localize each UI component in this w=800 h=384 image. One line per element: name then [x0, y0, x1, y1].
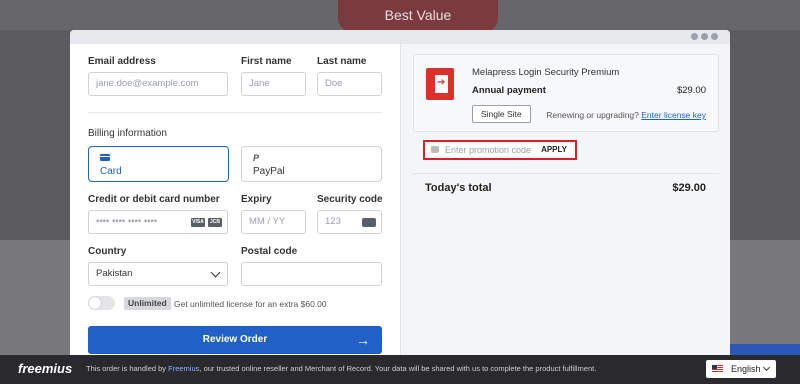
- freemius-logo: freemius: [18, 361, 73, 376]
- security-code-field[interactable]: 123: [317, 210, 382, 234]
- payment-method-paypal[interactable]: P PayPal: [241, 146, 382, 182]
- total-label: Today's total: [425, 182, 492, 194]
- card-number-field[interactable]: •••• •••• •••• •••• VISA JCB: [88, 210, 228, 234]
- footer-text-before: This order is handled by: [86, 364, 169, 373]
- expiry-label: Expiry: [241, 194, 272, 205]
- freemius-link[interactable]: Freemius: [168, 364, 199, 373]
- last-name-label: Last name: [317, 56, 367, 67]
- product-card: Melapress Login Security Premium Annual …: [413, 54, 719, 132]
- product-price: $29.00: [676, 85, 706, 96]
- checkout-form: Email address jane.doe@example.com First…: [70, 44, 400, 360]
- background-card-right: [720, 240, 800, 350]
- email-label: Email address: [88, 56, 156, 67]
- us-flag-icon: [712, 365, 723, 373]
- language-select[interactable]: English: [706, 360, 776, 378]
- total-divider: [413, 173, 719, 174]
- billing-title: Billing information: [88, 128, 167, 139]
- first-name-label: First name: [241, 56, 292, 67]
- promotion-code-field[interactable]: Enter promotion code APPLY: [427, 144, 573, 156]
- footer-text-after: , our trusted online reseller and Mercha…: [199, 364, 597, 373]
- jcb-icon: JCB: [208, 218, 222, 227]
- postal-code-label: Postal code: [241, 246, 298, 257]
- expiry-field[interactable]: MM / YY: [241, 210, 306, 234]
- first-name-field[interactable]: Jane: [241, 72, 306, 96]
- review-order-label: Review Order: [202, 334, 268, 345]
- section-divider: [88, 112, 382, 113]
- promotion-code-highlight: Enter promotion code APPLY: [423, 140, 577, 160]
- tag-icon: [431, 146, 439, 153]
- paypal-icon: P: [253, 153, 260, 163]
- footer-bar: freemius This order is handled by Freemi…: [0, 355, 800, 384]
- security-code-label: Security code: [317, 194, 383, 205]
- visa-icon: VISA: [191, 218, 205, 227]
- unlimited-badge: Unlimited: [124, 297, 171, 310]
- language-label: English: [731, 364, 761, 374]
- chevron-down-icon: [762, 363, 771, 372]
- modal-topbar: [70, 30, 730, 44]
- security-code-placeholder: 123: [325, 216, 341, 227]
- footer-notice: This order is handled by Freemius, our t…: [86, 364, 596, 373]
- background-card-left: [0, 240, 80, 360]
- enter-license-key-link[interactable]: Enter license key: [641, 110, 706, 120]
- email-field[interactable]: jane.doe@example.com: [88, 72, 228, 96]
- apply-button[interactable]: APPLY: [541, 145, 567, 154]
- cvc-card-icon: [362, 218, 376, 227]
- order-summary: Melapress Login Security Premium Annual …: [400, 44, 730, 360]
- renew-prompt: Renewing or upgrading? Enter license key: [546, 110, 706, 120]
- country-label: Country: [88, 246, 127, 257]
- unlimited-description: Get unlimited license for an extra $60.0…: [174, 299, 327, 309]
- card-number-label: Credit or debit card number: [88, 194, 220, 205]
- promotion-code-placeholder: Enter promotion code: [445, 145, 532, 155]
- toggle-knob: [89, 297, 101, 309]
- credit-card-icon: [100, 153, 110, 163]
- country-value: Pakistan: [96, 268, 133, 279]
- best-value-tab: Best Value: [338, 0, 498, 32]
- last-name-field[interactable]: Doe: [317, 72, 382, 96]
- product-logo-icon: [426, 68, 454, 100]
- review-order-button[interactable]: Review Order →: [88, 326, 382, 354]
- renew-text: Renewing or upgrading?: [546, 110, 639, 120]
- unlimited-toggle[interactable]: [88, 296, 115, 310]
- country-select[interactable]: Pakistan: [88, 262, 228, 286]
- window-dots-icon[interactable]: [691, 33, 718, 40]
- billing-plan: Annual payment: [472, 85, 546, 96]
- card-number-placeholder: •••• •••• •••• ••••: [96, 216, 158, 227]
- chevron-down-icon: [210, 267, 221, 278]
- payment-method-label: PayPal: [253, 166, 285, 177]
- total-amount: $29.00: [672, 182, 706, 194]
- product-name: Melapress Login Security Premium: [472, 67, 620, 78]
- arrow-right-icon: →: [356, 332, 370, 348]
- license-select[interactable]: Single Site: [472, 105, 531, 123]
- payment-method-card[interactable]: Card: [88, 146, 229, 182]
- payment-method-label: Card: [100, 166, 122, 177]
- checkout-modal: Email address jane.doe@example.com First…: [70, 30, 730, 360]
- postal-code-field[interactable]: [241, 262, 382, 286]
